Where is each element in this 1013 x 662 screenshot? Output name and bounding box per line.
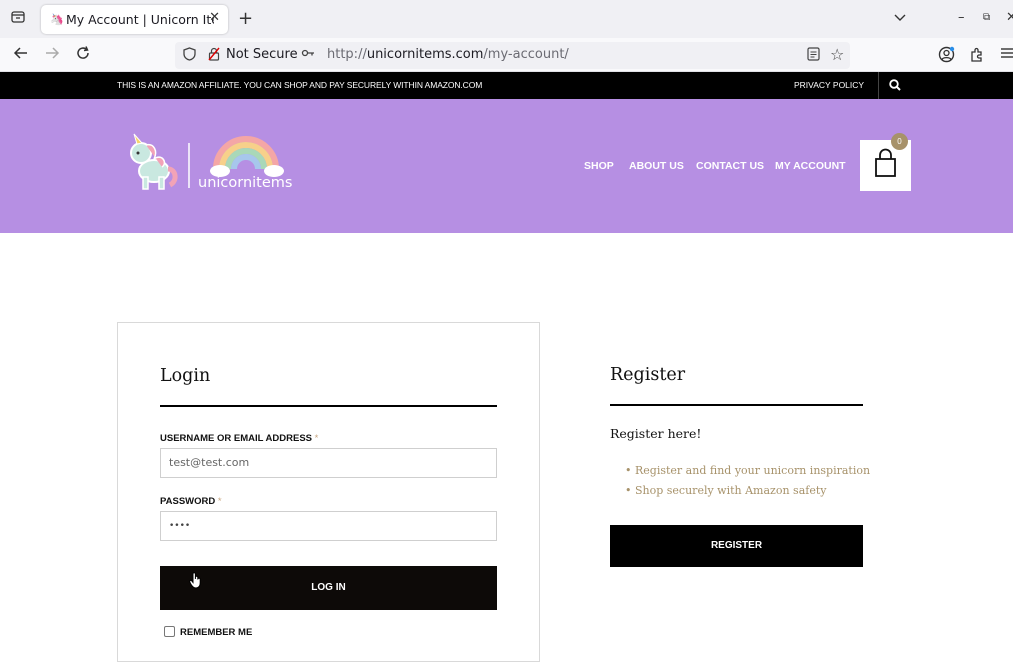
menu-icon[interactable] — [1000, 46, 1013, 64]
cart-count-badge: 0 — [891, 133, 908, 150]
required-marker: * — [314, 433, 319, 444]
reader-view-icon[interactable] — [807, 47, 820, 65]
username-label: USERNAME OR EMAIL ADDRESS * — [160, 433, 318, 444]
browser-tab-bar: 🦄 My Account | Unicorn Items ✕ + – ⧉ ✕ — [0, 0, 1013, 38]
affiliate-notice: THIS IS AN AMAZON AFFILIATE. YOU CAN SHO… — [117, 80, 483, 90]
not-secure-label[interactable]: Not Secure — [226, 47, 298, 62]
remember-me-checkbox[interactable] — [164, 626, 175, 637]
register-divider — [610, 404, 863, 406]
login-divider — [160, 405, 497, 407]
chevron-down-icon[interactable] — [893, 10, 907, 28]
forward-icon[interactable] — [44, 45, 60, 65]
browser-tab[interactable]: 🦄 My Account | Unicorn Items ✕ — [41, 5, 228, 34]
register-button[interactable]: REGISTER — [610, 525, 863, 567]
new-tab-button[interactable]: + — [238, 9, 253, 29]
unicorn-favicon-icon: 🦄 — [50, 13, 64, 26]
register-bullet-1: • Register and find your unicorn inspira… — [625, 464, 871, 477]
search-icon[interactable] — [878, 72, 911, 99]
reload-icon[interactable] — [75, 45, 91, 65]
nav-about-us[interactable]: ABOUT US — [629, 160, 684, 172]
account-icon[interactable] — [938, 46, 955, 67]
insecure-lock-icon[interactable] — [208, 47, 220, 64]
register-bullet-2: • Shop securely with Amazon safety — [625, 484, 827, 497]
nav-my-account[interactable]: MY ACCOUNT — [775, 160, 846, 172]
shield-icon[interactable] — [183, 47, 196, 65]
tab-title: My Account | Unicorn Items — [66, 12, 214, 27]
extensions-icon[interactable] — [969, 46, 985, 66]
username-field[interactable]: test@test.com — [160, 448, 497, 478]
required-marker: * — [217, 496, 222, 507]
password-field[interactable]: •••• — [160, 511, 497, 541]
password-label: PASSWORD * — [160, 496, 222, 507]
register-bullet-text: Register and find your unicorn inspirati… — [635, 464, 871, 477]
register-subtitle: Register here! — [610, 426, 702, 441]
affiliate-notice-bar: THIS IS AN AMAZON AFFILIATE. YOU CAN SHO… — [0, 72, 1013, 99]
remember-me-label[interactable]: REMEMBER ME — [180, 627, 252, 638]
url-bar[interactable]: Not Secure http://unicornitems.com/my-ac… — [175, 42, 850, 69]
privacy-policy-link[interactable]: PRIVACY POLICY — [794, 80, 864, 90]
tab-list-icon[interactable] — [9, 10, 27, 28]
register-title: Register — [610, 365, 686, 385]
close-window-icon[interactable]: ✕ — [1006, 10, 1013, 25]
site-header: unicornitems SHOP ABOUT US CONTACT US MY… — [0, 99, 1013, 233]
minimize-icon[interactable]: – — [958, 10, 965, 25]
login-button[interactable]: LOG IN — [160, 566, 497, 610]
url-scheme: http:// — [327, 47, 367, 62]
key-icon[interactable] — [301, 46, 315, 64]
url-path: /my-account/ — [483, 47, 569, 62]
nav-shop[interactable]: SHOP — [584, 160, 614, 172]
url-domain: unicornitems.com — [366, 47, 484, 62]
restore-icon[interactable]: ⧉ — [983, 12, 990, 23]
url-text[interactable]: http://unicornitems.com/my-account/ — [327, 47, 569, 62]
bookmark-star-icon[interactable]: ☆ — [830, 45, 844, 64]
back-icon[interactable] — [13, 45, 29, 65]
password-value: •••• — [169, 521, 191, 531]
logo-wordmark: unicornitems — [198, 175, 293, 191]
hand-cursor-icon — [189, 572, 203, 593]
username-label-text: USERNAME OR EMAIL ADDRESS — [160, 433, 313, 444]
close-tab-icon[interactable]: ✕ — [209, 10, 220, 25]
register-bullet-text: Shop securely with Amazon safety — [635, 484, 827, 497]
nav-contact-us[interactable]: CONTACT US — [696, 160, 764, 172]
username-value: test@test.com — [169, 456, 250, 469]
login-title: Login — [160, 366, 211, 386]
password-label-text: PASSWORD — [160, 496, 216, 507]
browser-nav-bar: Not Secure http://unicornitems.com/my-ac… — [0, 38, 1013, 72]
